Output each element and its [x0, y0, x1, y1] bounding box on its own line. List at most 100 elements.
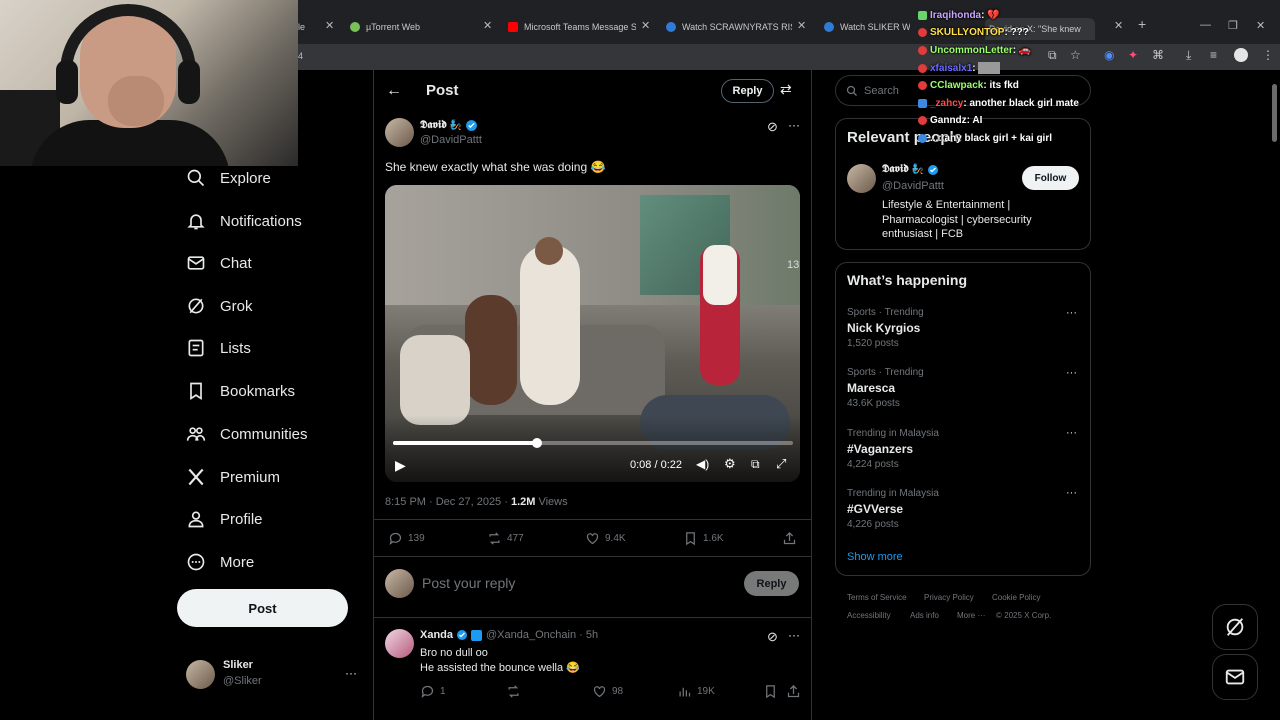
reply-bookmark-stat[interactable]	[763, 684, 783, 699]
footer-link[interactable]: Terms of Service	[847, 593, 907, 602]
reply-share-stat[interactable]	[786, 684, 806, 699]
video-scrubber[interactable]	[532, 438, 542, 448]
footer-link[interactable]: Cookie Policy	[992, 593, 1040, 602]
more-dots-icon[interactable]: ···	[1066, 487, 1077, 499]
browser-tab[interactable]: Microsoft Teams Message Sou	[508, 17, 636, 37]
more-dots-icon[interactable]: ···	[1066, 367, 1077, 379]
messages-fab-button[interactable]	[1212, 654, 1258, 700]
play-icon[interactable]: ▶	[395, 457, 406, 474]
reply-avatar[interactable]	[385, 629, 414, 658]
browser-tab[interactable]: µTorrent Web	[350, 17, 480, 37]
chat-badge-icon	[918, 80, 927, 90]
more-dots-icon[interactable]: ···	[1066, 307, 1077, 319]
sidebar-item-communities[interactable]: Communities	[186, 418, 308, 450]
close-icon[interactable]: ✕	[641, 19, 650, 32]
reply-author-row[interactable]: Xanda @Xanda_Onchain · 5h	[420, 629, 598, 641]
extension-icon[interactable]: ✦	[1128, 48, 1138, 62]
sidebar-item-premium[interactable]: Premium	[186, 461, 280, 493]
bookmark-stat[interactable]: 1.6K	[683, 531, 724, 546]
author-name-row[interactable]: 𝕯𝖆𝖛𝖎𝖉 🧞	[420, 119, 478, 132]
download-icon[interactable]: ⤓	[1186, 48, 1191, 63]
avatar[interactable]	[186, 660, 215, 689]
reply-reply-stat[interactable]: 1	[420, 684, 446, 699]
sidebar-item-bookmarks[interactable]: Bookmarks	[186, 375, 295, 407]
close-icon[interactable]: ✕	[325, 19, 334, 32]
chat-emote-icon	[977, 62, 1000, 74]
new-tab-icon[interactable]: +	[1138, 16, 1146, 32]
bookmark-icon	[190, 382, 202, 401]
more-dots-icon[interactable]: ···	[788, 628, 800, 642]
kebab-menu-icon[interactable]: ⋮	[1262, 48, 1274, 62]
scrollbar[interactable]	[1272, 84, 1277, 142]
share-stat[interactable]	[782, 531, 802, 546]
grok-fab-button[interactable]	[1212, 604, 1258, 650]
trend-item[interactable]: Sports · Trending Nick Kyrgios 1,520 pos…	[847, 307, 924, 349]
author-handle[interactable]: @DavidPattt	[420, 134, 482, 146]
pip-icon[interactable]: ⧉	[751, 457, 760, 472]
video-watermark: 13	[787, 259, 800, 271]
like-stat[interactable]: 9.4K	[585, 531, 626, 546]
person-name-row[interactable]: 𝕯𝖆𝖛𝖎𝖉 🧞	[882, 163, 939, 176]
reply-input[interactable]: Post your reply	[422, 575, 515, 591]
post-timestamp[interactable]: 8:15 PM · Dec 27, 2025 ·	[385, 496, 511, 508]
trend-item[interactable]: Trending in Malaysia #GVVerse 4,226 post…	[847, 488, 939, 530]
restore-icon[interactable]: ❐	[1228, 19, 1238, 32]
footer-link[interactable]: Privacy Policy	[924, 593, 974, 602]
footer-link[interactable]: More ···	[957, 611, 985, 620]
sidebar-item-notifications[interactable]: Notifications	[186, 205, 302, 237]
media-icon[interactable]: ≡	[1210, 48, 1217, 62]
minimize-icon[interactable]: —	[1200, 19, 1211, 31]
follow-button[interactable]: Follow	[1022, 166, 1079, 190]
star-icon[interactable]: ☆	[1070, 48, 1081, 62]
verified-badge-icon	[457, 630, 468, 640]
browser-tab[interactable]: Watch SCRAWNYRATS RISE | Sl	[666, 17, 792, 37]
extension-icon[interactable]: ⧉	[1048, 48, 1057, 63]
more-dots-icon[interactable]: ···	[788, 118, 800, 132]
grok-icon[interactable]: ⊘	[767, 119, 778, 135]
footer-link[interactable]: Accessibility	[847, 611, 891, 620]
post-button[interactable]: Post	[177, 589, 348, 627]
footer-link[interactable]: Ads info	[910, 611, 939, 620]
sidebar-item-explore[interactable]: Explore	[186, 162, 271, 194]
trend-item[interactable]: Sports · Trending Maresca 43.6K posts	[847, 367, 924, 409]
grok-icon[interactable]: ⊘	[767, 629, 778, 645]
browser-tab[interactable]: le	[298, 17, 326, 37]
reply-bubble-icon	[389, 532, 402, 545]
sliders-icon[interactable]: ⇄	[780, 81, 792, 98]
settings-gear-icon[interactable]: ⚙	[724, 456, 736, 472]
browser-tab[interactable]: Watch SLIKER WILL YOU BE R	[824, 17, 910, 37]
video-player[interactable]: 13 ▶ 0:08 / 0:22 ◀) ⚙ ⧉ ⤢	[385, 185, 800, 482]
close-icon[interactable]: ✕	[1114, 19, 1123, 32]
sidebar-item-lists[interactable]: Lists	[186, 332, 251, 364]
show-more-link[interactable]: Show more	[847, 551, 903, 563]
reply-stat[interactable]: 139	[388, 531, 425, 546]
profile-icon[interactable]	[1234, 48, 1248, 62]
trend-item[interactable]: Trending in Malaysia #Vaganzers 4,224 po…	[847, 428, 939, 470]
volume-icon[interactable]: ◀)	[696, 457, 709, 471]
sidebar-item-grok[interactable]: Grok	[186, 290, 253, 322]
close-window-icon[interactable]: ✕	[1256, 19, 1265, 32]
reply-submit-button[interactable]: Reply	[744, 571, 799, 596]
fullscreen-icon[interactable]: ⤢	[776, 456, 786, 472]
video-progress-track[interactable]	[393, 441, 793, 445]
close-icon[interactable]: ✕	[483, 19, 492, 32]
youtube-icon	[508, 22, 518, 32]
header-reply-button[interactable]: Reply	[721, 79, 774, 103]
views-count: 1.2M	[510, 496, 536, 508]
repost-stat[interactable]: 477	[487, 531, 524, 546]
reply-repost-stat[interactable]	[506, 684, 526, 699]
sidebar-item-chat[interactable]: Chat	[186, 247, 252, 279]
close-icon[interactable]: ✕	[797, 19, 806, 32]
person-avatar[interactable]	[847, 164, 876, 193]
reply-like-stat[interactable]: 98	[592, 684, 623, 699]
puzzle-icon[interactable]: ⌘	[1152, 48, 1164, 62]
more-dots-icon[interactable]: ···	[345, 666, 357, 680]
extension-icon[interactable]: ◉	[1104, 48, 1114, 62]
back-arrow-icon[interactable]: ←	[386, 82, 402, 100]
heart-icon	[586, 533, 599, 545]
author-avatar[interactable]	[385, 118, 414, 147]
reply-views-stat[interactable]: 19K	[677, 684, 715, 699]
sidebar-item-profile[interactable]: Profile	[186, 503, 263, 535]
sidebar-item-more[interactable]: More	[186, 546, 254, 578]
more-dots-icon[interactable]: ···	[1066, 427, 1077, 439]
